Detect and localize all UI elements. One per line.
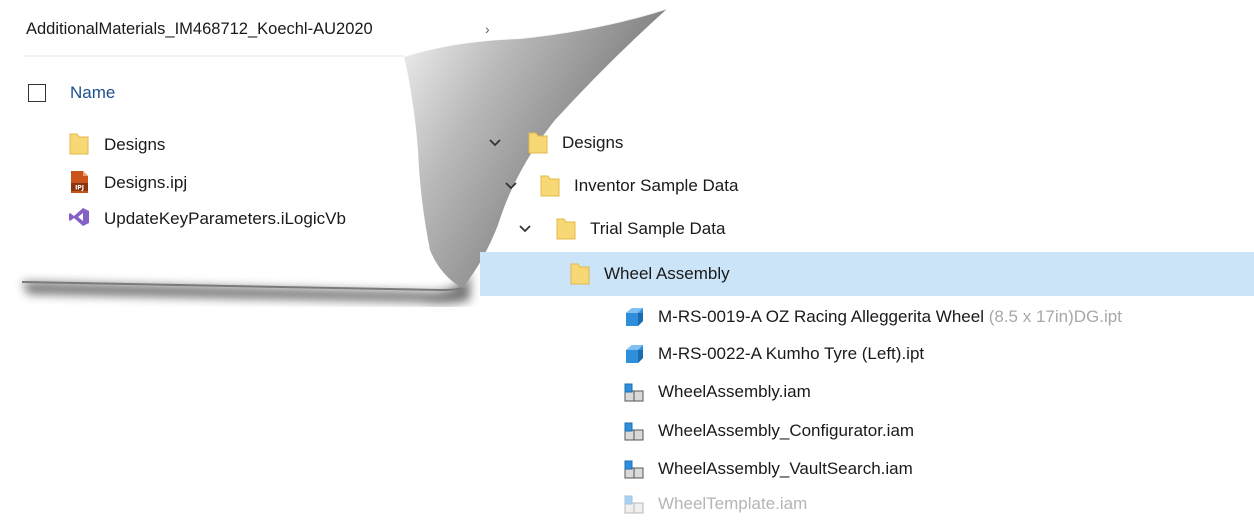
- tree-row-inventor-sample-data[interactable]: Inventor Sample Data: [480, 167, 1254, 205]
- list-item[interactable]: Designs: [68, 132, 165, 158]
- chevron-down-icon[interactable]: [486, 134, 504, 152]
- tree-row-label: WheelAssembly_VaultSearch.iam: [658, 459, 913, 478]
- visual-studio-icon: [68, 207, 92, 231]
- tree-row-file[interactable]: WheelAssembly_Configurator.iam: [480, 412, 1254, 450]
- tree-row-file[interactable]: M-RS-0022-A Kumho Tyre (Left).ipt: [480, 335, 1254, 373]
- folder-icon: [68, 133, 92, 157]
- chevron-down-icon[interactable]: [516, 220, 534, 238]
- tree-row-label: Inventor Sample Data: [574, 176, 739, 195]
- tree-row-label: M-RS-0019-A OZ Racing Alleggerita Wheel …: [658, 307, 1122, 327]
- tree-row-label: Wheel Assembly: [604, 264, 730, 283]
- tree-row-label: Trial Sample Data: [590, 219, 726, 238]
- column-header-name[interactable]: Name: [70, 83, 115, 103]
- assembly-file-icon: [622, 491, 646, 517]
- list-item[interactable]: IPJ Designs.ipj: [68, 170, 187, 196]
- folder-icon: [568, 261, 592, 287]
- assembly-file-icon: [622, 456, 646, 482]
- tree-row-file[interactable]: WheelTemplate.iam: [480, 487, 1254, 521]
- tree-row-label: Designs: [562, 133, 624, 152]
- tree-row-label: WheelAssembly.iam: [658, 382, 811, 401]
- select-all-checkbox[interactable]: [28, 84, 46, 102]
- folder-icon: [526, 130, 550, 156]
- tree-row-wheel-assembly[interactable]: Wheel Assembly: [480, 252, 1254, 296]
- chevron-down-icon[interactable]: [502, 177, 520, 195]
- tree-row-designs[interactable]: Designs: [480, 124, 1254, 162]
- breadcrumb[interactable]: AdditionalMaterials_IM468712_Koechl-AU20…: [26, 20, 373, 39]
- breadcrumb-chevron-icon[interactable]: ›: [485, 21, 490, 37]
- tree-row-file[interactable]: WheelAssembly.iam: [480, 373, 1254, 411]
- tree-row-label: WheelTemplate.iam: [658, 494, 808, 513]
- tree-row-trial-sample-data[interactable]: Trial Sample Data: [480, 210, 1254, 248]
- folder-icon: [538, 173, 562, 199]
- assembly-file-icon: [622, 379, 646, 405]
- list-item-label: Designs.ipj: [104, 173, 188, 192]
- tree-row-file[interactable]: WheelAssembly_VaultSearch.iam: [480, 450, 1254, 488]
- tree-row-label: M-RS-0022-A Kumho Tyre (Left).ipt: [658, 344, 925, 363]
- svg-text:IPJ: IPJ: [75, 185, 84, 192]
- inventor-project-icon: IPJ: [68, 171, 92, 195]
- list-item-label: Designs: [104, 135, 166, 154]
- tree-row-label: WheelAssembly_Configurator.iam: [658, 421, 915, 440]
- tree-row-file[interactable]: M-RS-0019-A OZ Racing Alleggerita Wheel …: [480, 298, 1254, 336]
- list-item[interactable]: UpdateKeyParameters.iLogicVb: [68, 206, 346, 232]
- part-file-icon: [622, 304, 646, 330]
- assembly-file-icon: [622, 418, 646, 444]
- folder-icon: [554, 216, 578, 242]
- list-item-label: UpdateKeyParameters.iLogicVb: [104, 209, 346, 228]
- file-name-main: M-RS-0019-A OZ Racing Alleggerita Wheel: [658, 307, 984, 326]
- part-file-icon: [622, 341, 646, 367]
- file-name-tail: (8.5 x 17in)DG.ipt: [983, 307, 1122, 326]
